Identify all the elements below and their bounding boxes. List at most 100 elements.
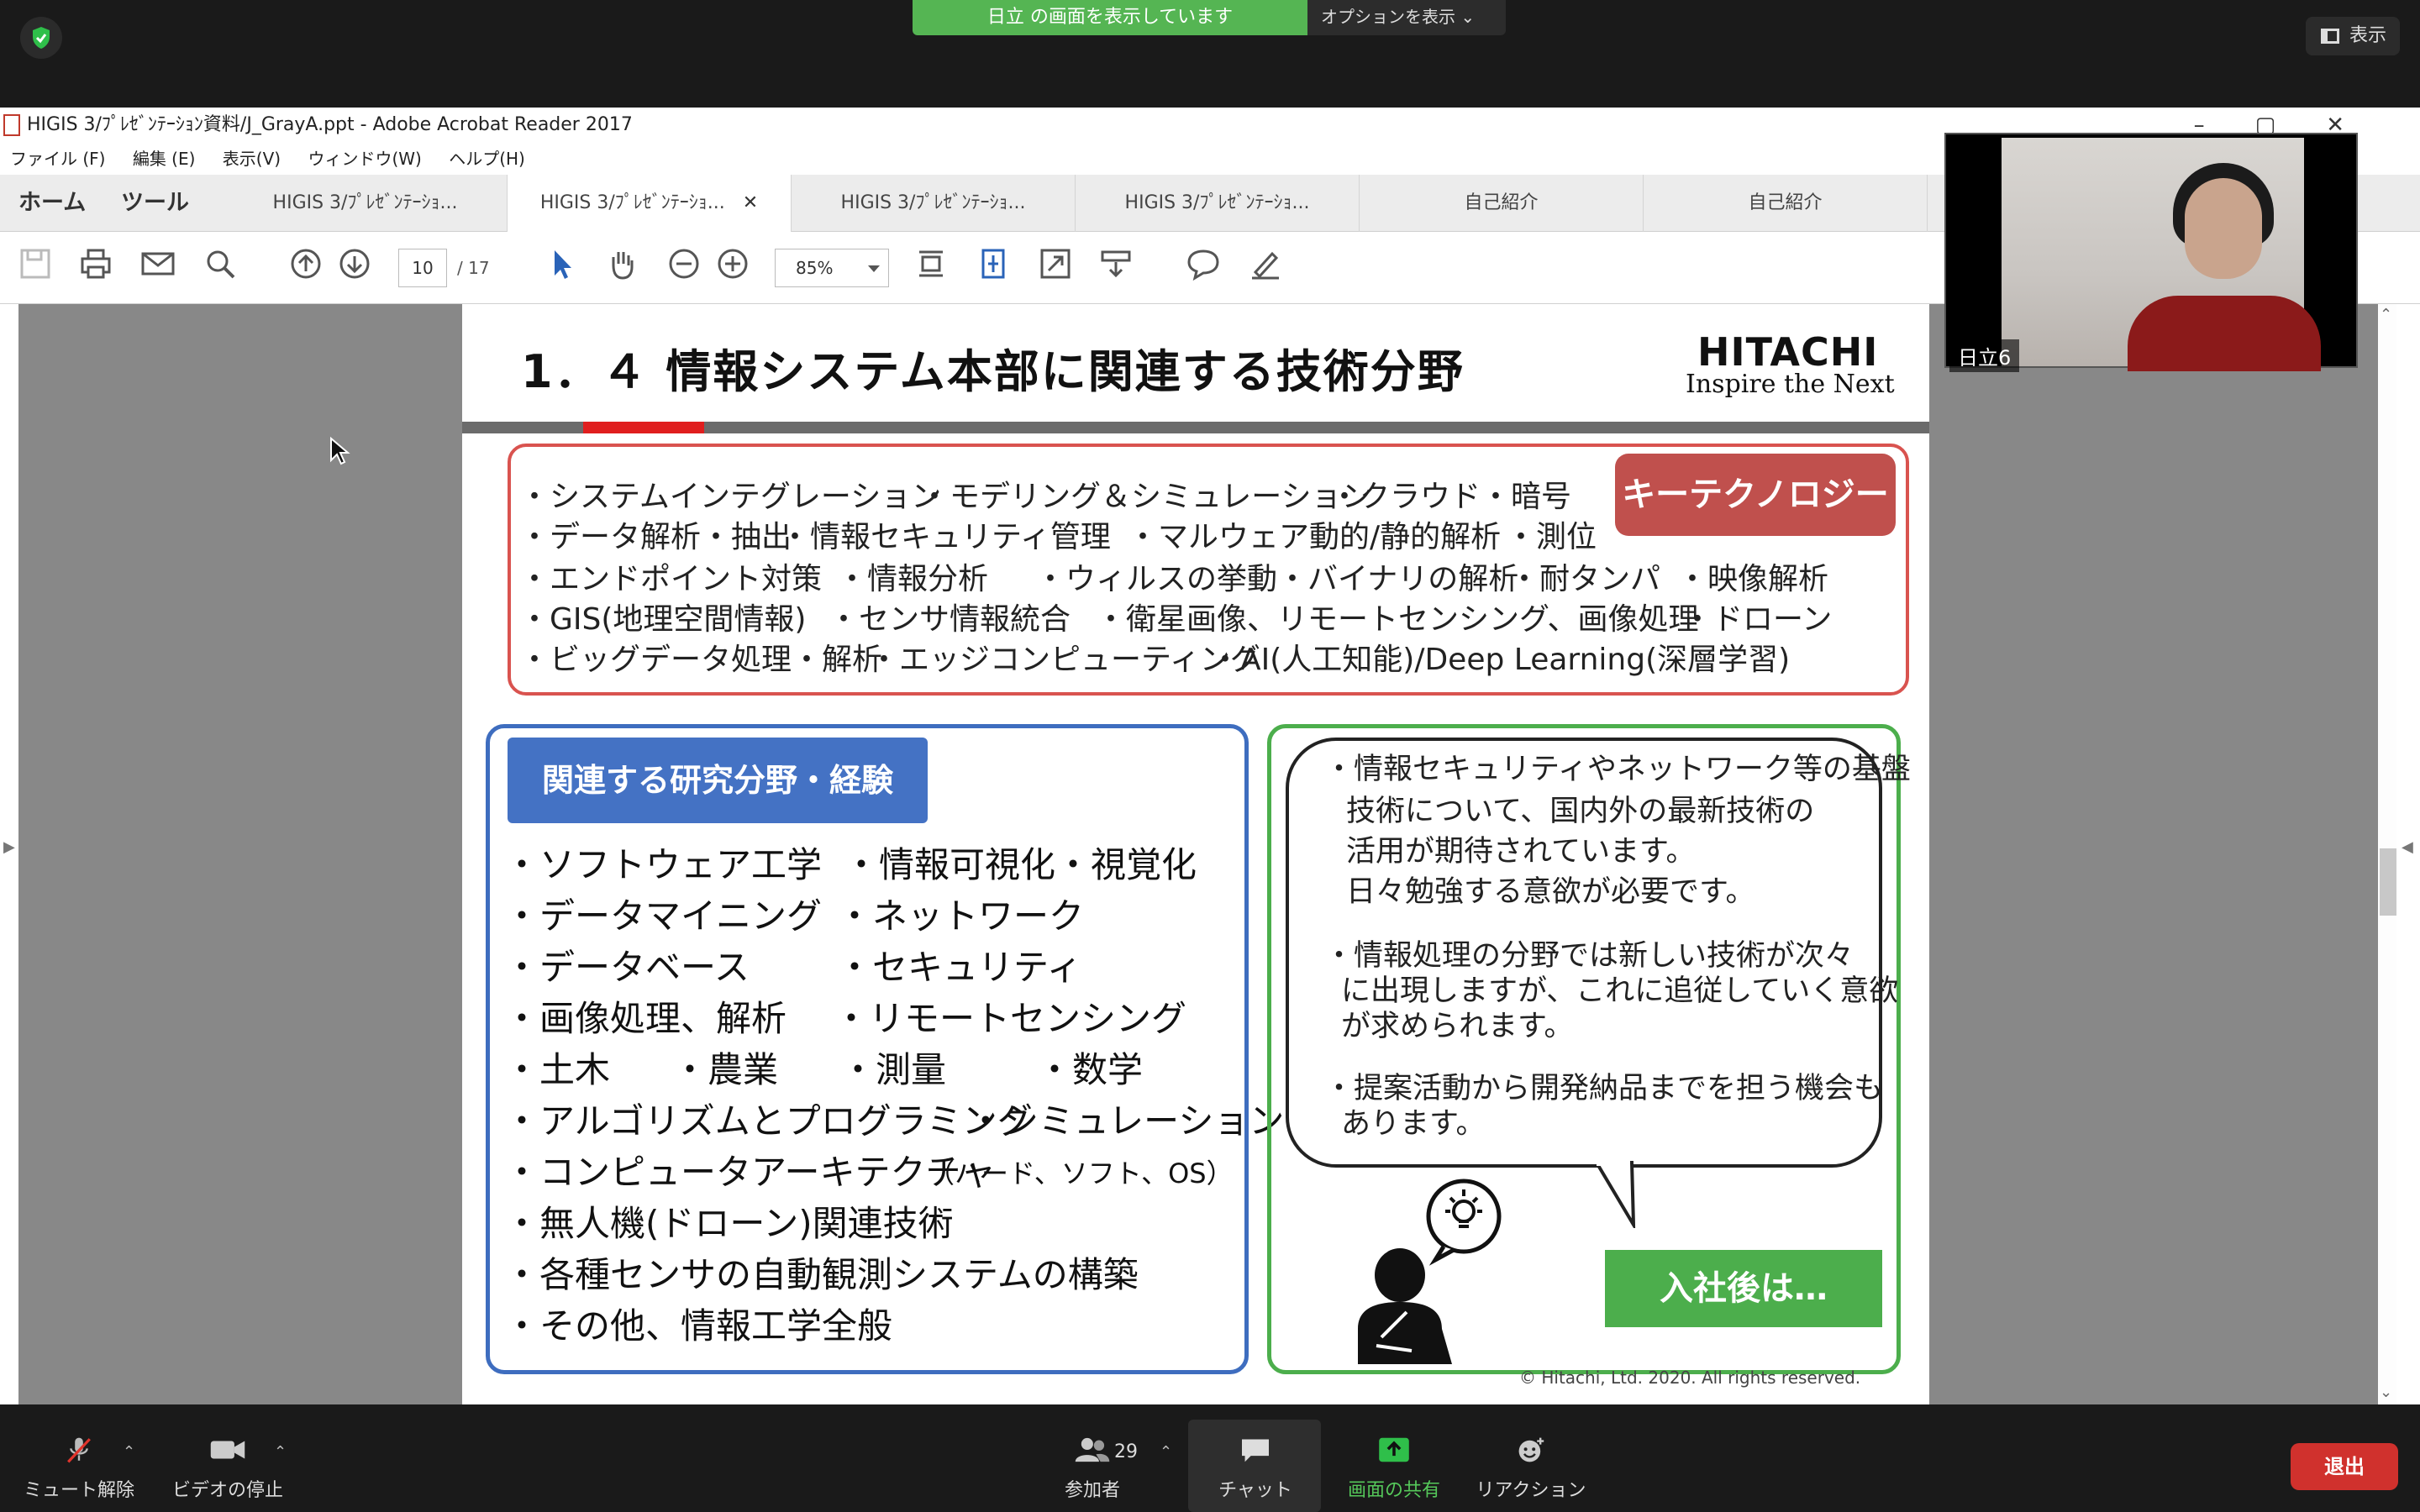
page-total: / 17 bbox=[457, 258, 490, 278]
research-item: ・各種センサの自動観測システムの構築 bbox=[504, 1254, 1139, 1295]
view-layout-label: 表示 bbox=[2349, 25, 2387, 46]
research-item: ・ソフトウェア工学 bbox=[504, 844, 823, 885]
doc-tab-label: HIGIS 3/ﾌﾟﾚｾﾞﾝﾃｰｼｮ... bbox=[539, 192, 725, 213]
menu-help[interactable]: ヘルプ(H) bbox=[449, 149, 525, 169]
mouse-pointer-icon bbox=[330, 437, 350, 465]
future-text: 技術について、国内外の最新技術の bbox=[1346, 795, 1815, 828]
doc-tab-label: HIGIS 3/ﾌﾟﾚｾﾞﾝﾃｰｼｮ... bbox=[272, 192, 458, 213]
doc-tab-label: HIGIS 3/ﾌﾟﾚｾﾞﾝﾃｰｼｮ... bbox=[840, 192, 1026, 213]
research-item: ・その他、情報工学全般 bbox=[504, 1305, 893, 1347]
print-icon[interactable] bbox=[76, 247, 116, 287]
chat-button[interactable]: チャット bbox=[1197, 1436, 1314, 1502]
search-icon[interactable] bbox=[200, 247, 240, 287]
left-panel-strip[interactable]: ▶ bbox=[0, 304, 18, 1404]
view-options-button[interactable]: オプションを表示 ⌄ bbox=[1307, 0, 1506, 35]
security-shield-icon[interactable] bbox=[20, 17, 62, 59]
research-item: ・土木 bbox=[504, 1049, 611, 1090]
stop-video-button[interactable]: ビデオの停止 bbox=[165, 1436, 291, 1502]
hand-tool-icon[interactable] bbox=[602, 247, 642, 287]
copyright-text: © Hitachi, Ltd. 2020. All rights reserve… bbox=[1519, 1368, 1861, 1388]
mail-icon[interactable] bbox=[138, 247, 178, 287]
key-item: ・マルウェア動的/静的解析 bbox=[1128, 520, 1502, 554]
reaction-button[interactable]: リアクション bbox=[1472, 1436, 1590, 1502]
zoom-in-icon[interactable] bbox=[713, 247, 753, 287]
research-item: ・無人機(ドローン)関連技術 bbox=[504, 1203, 954, 1244]
key-item: ・映像解析 bbox=[1677, 562, 1829, 596]
research-item: ・画像処理、解析 bbox=[504, 998, 787, 1039]
full-screen-icon[interactable] bbox=[1035, 247, 1076, 287]
future-text: 活用が期待されています。 bbox=[1346, 835, 1696, 869]
doc-tab-1[interactable]: HIGIS 3/ﾌﾟﾚｾﾞﾝﾃｰｼｮ... bbox=[224, 175, 508, 232]
research-item: ・アルゴリズムとプログラミング bbox=[504, 1100, 1033, 1142]
previous-page-icon[interactable] bbox=[286, 247, 326, 287]
participants-label: 参加者 bbox=[1064, 1480, 1120, 1501]
comment-icon[interactable] bbox=[1183, 247, 1223, 287]
research-item: ・コンピュータアーキテクチャ bbox=[504, 1152, 997, 1193]
share-screen-icon bbox=[1379, 1437, 1409, 1462]
page-scroll-icon[interactable] bbox=[911, 247, 951, 287]
next-page-icon[interactable] bbox=[334, 247, 375, 287]
research-item: ・情報可視化・視覚化 bbox=[844, 844, 1197, 885]
research-item: ・データマイニング bbox=[504, 895, 823, 937]
tools-tab[interactable]: ツール bbox=[121, 175, 189, 232]
participants-caret-icon[interactable]: ⌃ bbox=[1160, 1443, 1172, 1461]
participant-body bbox=[2128, 296, 2321, 371]
research-item: ・測量 bbox=[840, 1049, 947, 1090]
fit-page-icon[interactable] bbox=[973, 247, 1013, 287]
key-item: ・情報分析 bbox=[837, 562, 989, 596]
view-layout-button[interactable]: 表示 bbox=[2306, 17, 2400, 55]
expand-left-icon[interactable]: ▶ bbox=[3, 838, 15, 856]
sign-pen-icon[interactable] bbox=[1245, 247, 1286, 287]
menu-view[interactable]: 表示(V) bbox=[223, 149, 281, 169]
unmute-button[interactable]: ミュート解除 bbox=[20, 1436, 138, 1502]
menu-file[interactable]: ファイル (F) bbox=[10, 149, 105, 169]
participant-name: 日立6 bbox=[1949, 339, 2020, 372]
title-underline bbox=[462, 422, 1929, 433]
audio-options-caret-icon[interactable]: ⌃ bbox=[123, 1443, 135, 1461]
scroll-up-icon[interactable]: ⌃ bbox=[2380, 306, 2392, 323]
video-camera-icon bbox=[210, 1441, 245, 1459]
key-item: ・データ解析・抽出 bbox=[519, 520, 792, 554]
doc-tab-label: 自己紹介 bbox=[1748, 192, 1823, 213]
video-options-caret-icon[interactable]: ⌃ bbox=[274, 1443, 287, 1461]
participant-video[interactable]: 日立6 bbox=[1944, 133, 2358, 372]
key-item: ・情報セキュリティ管理 bbox=[780, 520, 1111, 554]
future-text: 日々勉強する意欲が必要です。 bbox=[1346, 875, 1755, 909]
scroll-down-icon[interactable]: ⌄ bbox=[2380, 1383, 2392, 1401]
key-item: ・AI(人工知能)/Deep Learning(深層学習) bbox=[1210, 643, 1791, 677]
doc-tab-5[interactable]: 自己紹介 bbox=[1360, 175, 1644, 232]
page-number-input[interactable]: 10 bbox=[398, 249, 447, 287]
exit-meeting-button[interactable]: 退出 bbox=[2291, 1443, 2398, 1490]
future-text: ・提案活動から開発納品までを担う機会も bbox=[1324, 1072, 1884, 1105]
future-text: あります。 bbox=[1341, 1107, 1486, 1141]
doc-tab-3[interactable]: HIGIS 3/ﾌﾟﾚｾﾞﾝﾃｰｼｮ... bbox=[792, 175, 1076, 232]
close-tab-icon[interactable]: ✕ bbox=[743, 192, 758, 213]
future-text: が求められます。 bbox=[1341, 1010, 1574, 1043]
menu-window[interactable]: ウィンドウ(W) bbox=[308, 149, 421, 169]
key-item: ・耐タンパ bbox=[1509, 562, 1661, 596]
read-mode-icon[interactable] bbox=[1096, 247, 1136, 287]
screen-share-banner: 日立 の画面を表示しています bbox=[913, 0, 1307, 35]
title-underline-accent bbox=[583, 422, 704, 433]
chat-label: チャット bbox=[1218, 1480, 1292, 1501]
hitachi-tagline: Inspire the Next bbox=[1686, 370, 1895, 399]
select-cursor-icon[interactable] bbox=[541, 247, 581, 287]
pdf-file-icon bbox=[3, 114, 20, 136]
doc-tab-4[interactable]: HIGIS 3/ﾌﾟﾚｾﾞﾝﾃｰｼｮ... bbox=[1076, 175, 1360, 232]
participants-icon bbox=[1075, 1437, 1110, 1462]
doc-tab-2[interactable]: HIGIS 3/ﾌﾟﾚｾﾞﾝﾃｰｼｮ... ✕ bbox=[508, 175, 792, 232]
window-title: HIGIS 3/ﾌﾟﾚｾﾞﾝﾃｰｼｮﾝ資料/J_GrayA.ppt - Adob… bbox=[27, 114, 633, 135]
zoom-select[interactable]: 85% bbox=[775, 249, 889, 287]
doc-tab-6[interactable]: 自己紹介 bbox=[1644, 175, 1928, 232]
future-text: ・情報セキュリティやネットワーク等の基盤 bbox=[1324, 753, 1911, 786]
research-item-note: （ハード、ソフト、OS） bbox=[928, 1158, 1234, 1189]
share-screen-button[interactable]: 画面の共有 bbox=[1339, 1436, 1449, 1502]
save-icon[interactable] bbox=[15, 247, 55, 287]
zoom-out-icon[interactable] bbox=[664, 247, 704, 287]
hitachi-logo: HITACHI bbox=[1697, 329, 1879, 375]
expand-right-icon[interactable]: ◀ bbox=[2402, 838, 2413, 856]
research-label: 関連する研究分野・経験 bbox=[508, 738, 928, 823]
home-tab[interactable]: ホーム bbox=[18, 175, 86, 232]
scrollbar-thumb[interactable] bbox=[2380, 848, 2396, 916]
menu-edit[interactable]: 編集 (E) bbox=[133, 149, 196, 169]
